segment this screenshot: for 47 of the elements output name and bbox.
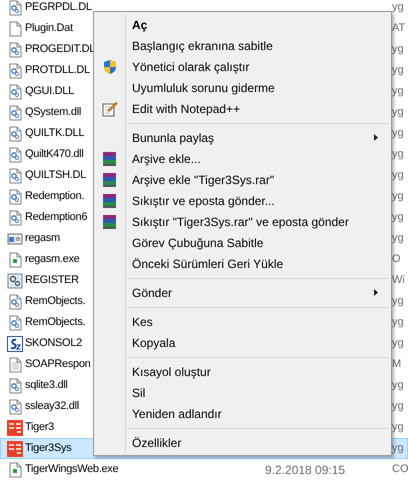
file-type: CO — [392, 462, 407, 478]
file-name: SKONSOL2 — [25, 336, 82, 352]
file-type: Wi — [392, 273, 406, 288]
file-type: yg — [392, 105, 405, 120]
file-type: yg — [392, 168, 405, 184]
file-name: ssleay32.dll — [25, 399, 79, 414]
file-type: yg — [392, 231, 405, 246]
file-name: Plugin.Dat — [25, 21, 73, 36]
file-name: QGUI.DLL — [25, 84, 74, 100]
file-name: PROTDLL.DL — [25, 63, 90, 78]
file-type: yg — [392, 420, 405, 436]
file-name: SOAPRespon — [25, 357, 90, 372]
file-type: yg — [392, 441, 405, 456]
file-type: yg — [392, 147, 405, 162]
file-type: yg — [392, 294, 405, 310]
file-type: yg — [392, 336, 405, 352]
file-type: yg — [392, 42, 405, 58]
file-name: QSystem.dll — [25, 105, 81, 120]
file-name: QUILTSH.DL — [25, 168, 86, 184]
file-name: Tiger3 — [25, 420, 54, 436]
file-name: PEGRPDL.DL — [25, 0, 92, 16]
file-name: regasm — [25, 231, 60, 246]
file-date: 9.2.2018 09:15 — [264, 462, 346, 479]
file-name: REGISTER — [25, 273, 79, 288]
file-type: yg — [392, 189, 405, 204]
file-name: Redemption6 — [25, 210, 88, 226]
file-type: yg — [392, 84, 405, 100]
file-type: M — [392, 357, 402, 372]
file-type: yg — [392, 399, 405, 414]
file-type: yg — [392, 126, 405, 142]
file-type: yg — [392, 210, 405, 226]
file-name: QuiltK470.dll — [25, 147, 84, 162]
file-type: O — [392, 252, 402, 268]
file-type: AT — [392, 21, 406, 36]
file-name: Redemption. — [25, 189, 84, 204]
file-name: regasm.exe — [25, 252, 80, 268]
file-name: QUILTK.DLL — [25, 126, 84, 142]
file-type: yg — [392, 0, 405, 16]
file-type: yg — [392, 378, 405, 394]
file-type: yg — [392, 315, 405, 330]
file-type: yg — [392, 63, 405, 78]
file-name: sqlite3.dll — [25, 378, 68, 394]
file-name: TigerWingsWeb.exe — [25, 462, 118, 478]
file-name: PROGEDIT.DL — [25, 42, 96, 58]
file-name: Tiger3Sys — [25, 441, 72, 456]
file-name: RemObjects. — [25, 294, 86, 310]
file-name: RemObjects. — [25, 315, 86, 330]
